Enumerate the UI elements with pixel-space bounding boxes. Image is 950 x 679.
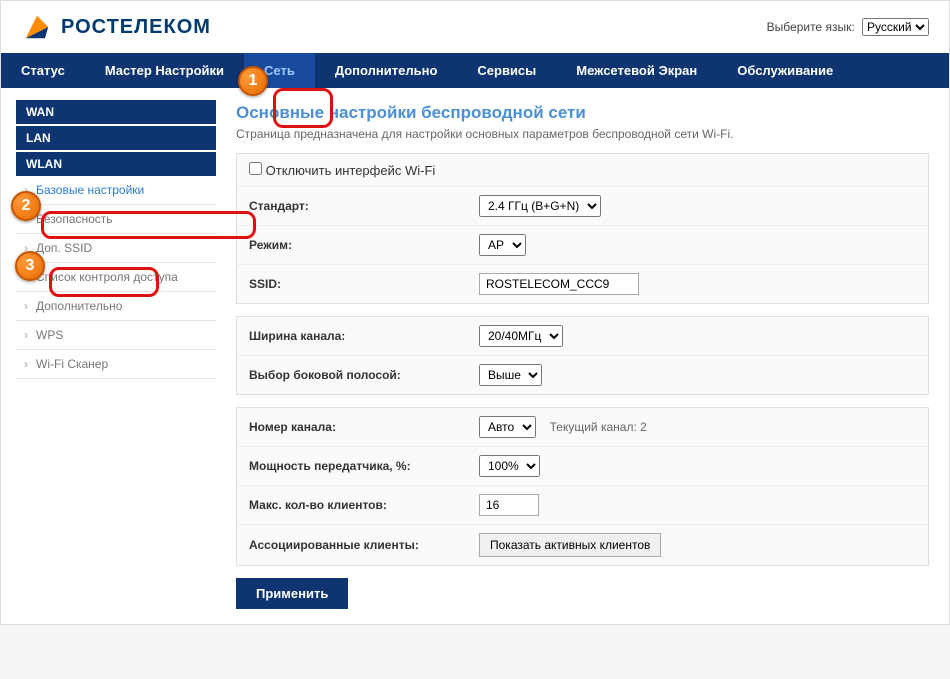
mode-select[interactable]: AP	[479, 234, 526, 256]
maxclients-input[interactable]	[479, 494, 539, 516]
tab-services[interactable]: Сервисы	[457, 53, 556, 88]
sidebar-item-basic[interactable]: Базовые настройки	[16, 176, 216, 205]
top-navigation: Статус Мастер Настройки Сеть Дополнитель…	[1, 53, 949, 88]
tab-network[interactable]: Сеть	[244, 53, 315, 88]
brand-text: РОСТЕЛЕКОМ	[61, 16, 211, 39]
txpower-select[interactable]: 100%	[479, 455, 540, 477]
panel-basic: Отключить интерфейс Wi-Fi Стандарт: 2.4 …	[236, 153, 929, 304]
ssid-label: SSID:	[249, 277, 479, 291]
sidebar-group-lan[interactable]: LAN	[16, 126, 216, 150]
rostelecom-icon	[21, 11, 53, 43]
language-label: Выберите язык:	[767, 20, 855, 34]
assoc-label: Ассоциированные клиенты:	[249, 538, 479, 552]
language-select[interactable]: Русский	[862, 18, 929, 36]
tab-status[interactable]: Статус	[1, 53, 85, 88]
tab-firewall[interactable]: Межсетевой Экран	[556, 53, 717, 88]
show-clients-button[interactable]: Показать активных клиентов	[479, 533, 661, 557]
language-selector: Выберите язык: Русский	[767, 18, 929, 36]
panel-channel: Номер канала: Авто Текущий канал: 2 Мощн…	[236, 407, 929, 566]
main-content: Основные настройки беспроводной сети Стр…	[216, 88, 949, 624]
brand-logo: РОСТЕЛЕКОМ	[21, 11, 211, 43]
page-title: Основные настройки беспроводной сети	[236, 103, 929, 123]
sidebar-item-scanner[interactable]: Wi-Fi Сканер	[16, 350, 216, 379]
sidebar-group-wan[interactable]: WAN	[16, 100, 216, 124]
tab-advanced[interactable]: Дополнительно	[315, 53, 458, 88]
sidebar: WAN LAN WLAN Базовые настройки Безопасно…	[1, 88, 216, 624]
standard-select[interactable]: 2.4 ГГц (B+G+N)	[479, 195, 601, 217]
sidebar-item-acl[interactable]: Список контроля доступа	[16, 263, 216, 292]
channel-label: Номер канала:	[249, 420, 479, 434]
sidebar-item-addssid[interactable]: Доп. SSID	[16, 234, 216, 263]
current-channel-label: Текущий канал: 2	[550, 420, 647, 434]
txpower-label: Мощность передатчика, %:	[249, 459, 479, 473]
channel-select[interactable]: Авто	[479, 416, 536, 438]
tab-wizard[interactable]: Мастер Настройки	[85, 53, 244, 88]
tab-maintenance[interactable]: Обслуживание	[717, 53, 853, 88]
panel-channel-width: Ширина канала: 20/40МГц Выбор боковой по…	[236, 316, 929, 395]
ssid-input[interactable]	[479, 273, 639, 295]
sidebar-item-wps[interactable]: WPS	[16, 321, 216, 350]
page-description: Страница предназначена для настройки осн…	[236, 127, 929, 141]
chwidth-label: Ширина канала:	[249, 329, 479, 343]
standard-label: Стандарт:	[249, 199, 479, 213]
sidebar-group-wlan[interactable]: WLAN	[16, 152, 216, 176]
sideband-label: Выбор боковой полосой:	[249, 368, 479, 382]
sidebar-item-advanced[interactable]: Дополнительно	[16, 292, 216, 321]
disable-wifi-checkbox[interactable]	[249, 162, 262, 175]
chwidth-select[interactable]: 20/40МГц	[479, 325, 563, 347]
apply-button[interactable]: Применить	[236, 578, 348, 609]
sideband-select[interactable]: Выше	[479, 364, 542, 386]
mode-label: Режим:	[249, 238, 479, 252]
maxclients-label: Макс. кол-во клиентов:	[249, 498, 479, 512]
sidebar-item-security[interactable]: Безопасность	[16, 205, 216, 234]
disable-wifi-label: Отключить интерфейс Wi-Fi	[266, 163, 436, 178]
